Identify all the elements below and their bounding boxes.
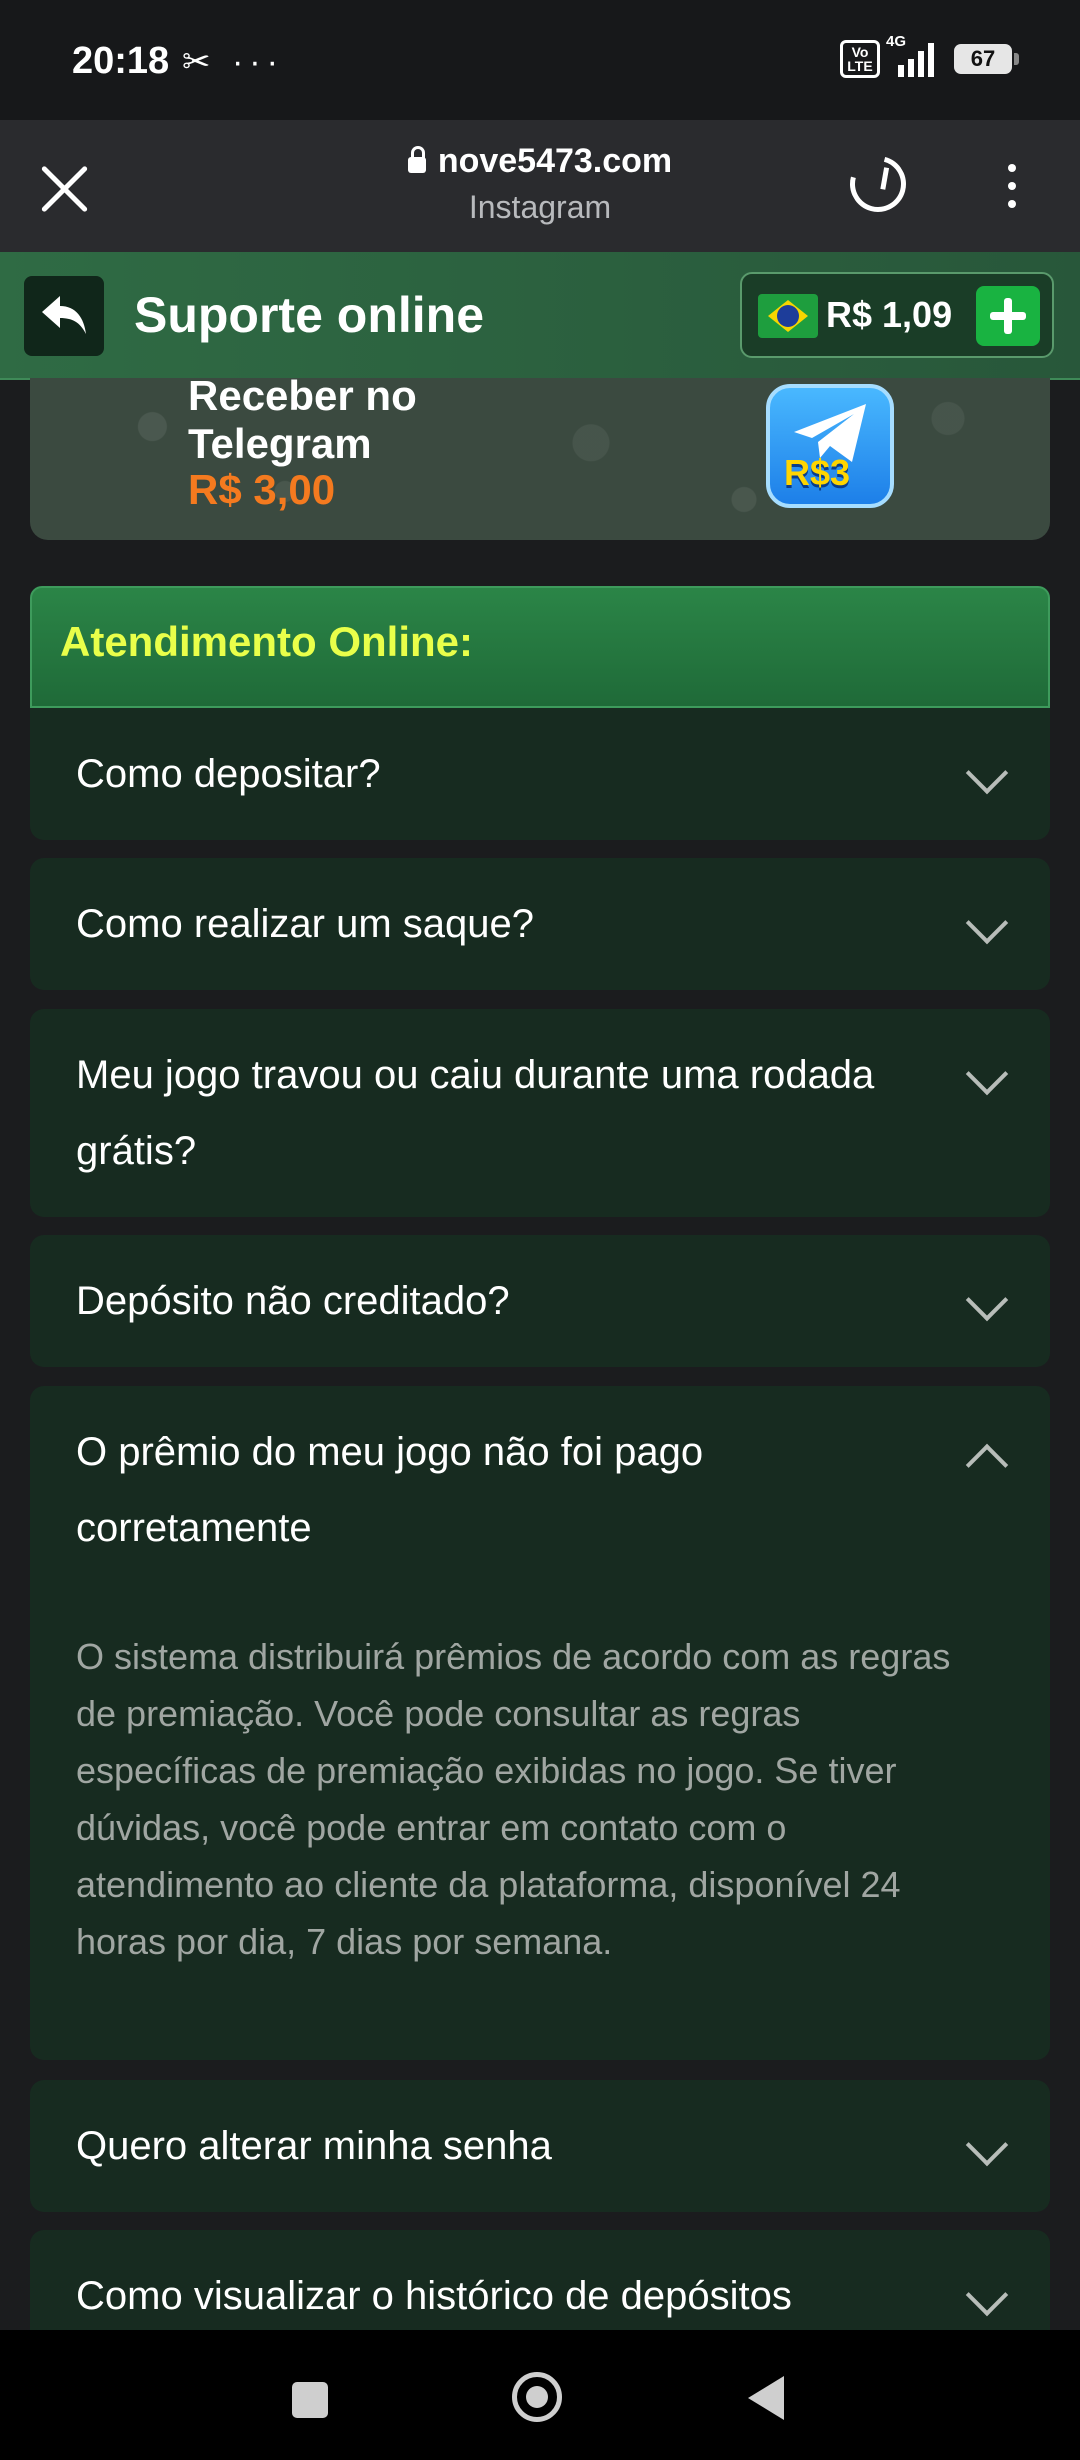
- browser-toolbar: nove5473.com Instagram: [0, 120, 1080, 252]
- notification-icons: ✂ ···: [182, 42, 284, 82]
- chevron-down-icon: [965, 1052, 1009, 1096]
- back-button[interactable]: [24, 276, 104, 356]
- faq-item[interactable]: Meu jogo travou ou caiu durante uma roda…: [30, 1009, 1050, 1217]
- volte-icon: Vo LTE: [840, 40, 880, 78]
- faq-question: Como visualizar o histórico de depósitos: [76, 2274, 792, 2318]
- page-title: Suporte online: [134, 287, 484, 343]
- battery-icon: 67: [954, 44, 1019, 74]
- faq-item[interactable]: Como depositar?: [30, 708, 1050, 840]
- lock-icon: [407, 146, 426, 173]
- balance-amount: R$ 1,09: [826, 294, 953, 335]
- url-subtitle: Instagram: [468, 189, 612, 225]
- faq-item[interactable]: Depósito não creditado?: [30, 1235, 1050, 1367]
- faq-item[interactable]: Quero alterar minha senha: [30, 2080, 1050, 2212]
- status-bar: 20:18 ✂ ··· Vo LTE 4G 67: [0, 0, 1080, 120]
- back-icon[interactable]: [748, 2376, 784, 2420]
- chevron-down-icon: [965, 751, 1009, 795]
- chevron-down-icon: [965, 2273, 1009, 2317]
- signal-icon: 4G: [886, 33, 934, 77]
- faq-answer: O sistema distribuirá prêmios de acordo …: [76, 1636, 951, 1962]
- status-time: 20:18: [72, 40, 170, 82]
- system-nav-bar: [0, 2330, 1080, 2460]
- section-header: Atendimento Online:: [30, 586, 1050, 708]
- section-title: Atendimento Online:: [60, 618, 473, 665]
- recent-apps-icon[interactable]: [292, 2382, 328, 2418]
- faq-question: Como depositar?: [76, 752, 381, 796]
- back-arrow-icon: [42, 296, 86, 334]
- add-funds-button[interactable]: [976, 286, 1040, 346]
- faq-item-expanded[interactable]: O prêmio do meu jogo não foi pago corret…: [30, 1386, 1050, 2060]
- page-header: Suporte online R$ 1,09: [0, 252, 1080, 380]
- more-options-icon[interactable]: [1008, 164, 1016, 218]
- missed-call-icon: ✂: [182, 43, 217, 81]
- telegram-badge-text: R$3: [784, 452, 851, 493]
- faq-question: Depósito não creditado?: [76, 1279, 510, 1323]
- balance-widget[interactable]: R$ 1,09: [740, 272, 1054, 358]
- status-right: Vo LTE 4G 67: [840, 33, 1019, 78]
- telegram-banner-title: Receber no Telegram: [188, 378, 417, 467]
- url-display[interactable]: nove5473.com Instagram: [0, 142, 1080, 226]
- chevron-down-icon: [965, 1278, 1009, 1322]
- brazil-flag-icon: [758, 294, 818, 338]
- telegram-banner[interactable]: Receber no Telegram R$ 3,00 R$3: [30, 378, 1050, 540]
- chevron-up-icon: [965, 1443, 1009, 1487]
- faq-question: Quero alterar minha senha: [76, 2124, 552, 2168]
- faq-question: O prêmio do meu jogo não foi pago corret…: [76, 1430, 704, 1550]
- faq-item[interactable]: Como visualizar o histórico de depósitos: [30, 2230, 1050, 2330]
- faq-item[interactable]: Como realizar um saque?: [30, 858, 1050, 990]
- more-icon: ···: [231, 43, 284, 81]
- chevron-down-icon: [965, 2123, 1009, 2167]
- telegram-icon: R$3: [766, 384, 894, 508]
- telegram-banner-amount: R$ 3,00: [188, 466, 336, 513]
- chevron-down-icon: [965, 901, 1009, 945]
- faq-question: Meu jogo travou ou caiu durante uma roda…: [76, 1053, 875, 1173]
- network-type: 4G: [886, 33, 907, 50]
- url-domain: nove5473.com: [437, 142, 673, 180]
- home-icon[interactable]: [512, 2372, 562, 2422]
- faq-question: Como realizar um saque?: [76, 902, 534, 946]
